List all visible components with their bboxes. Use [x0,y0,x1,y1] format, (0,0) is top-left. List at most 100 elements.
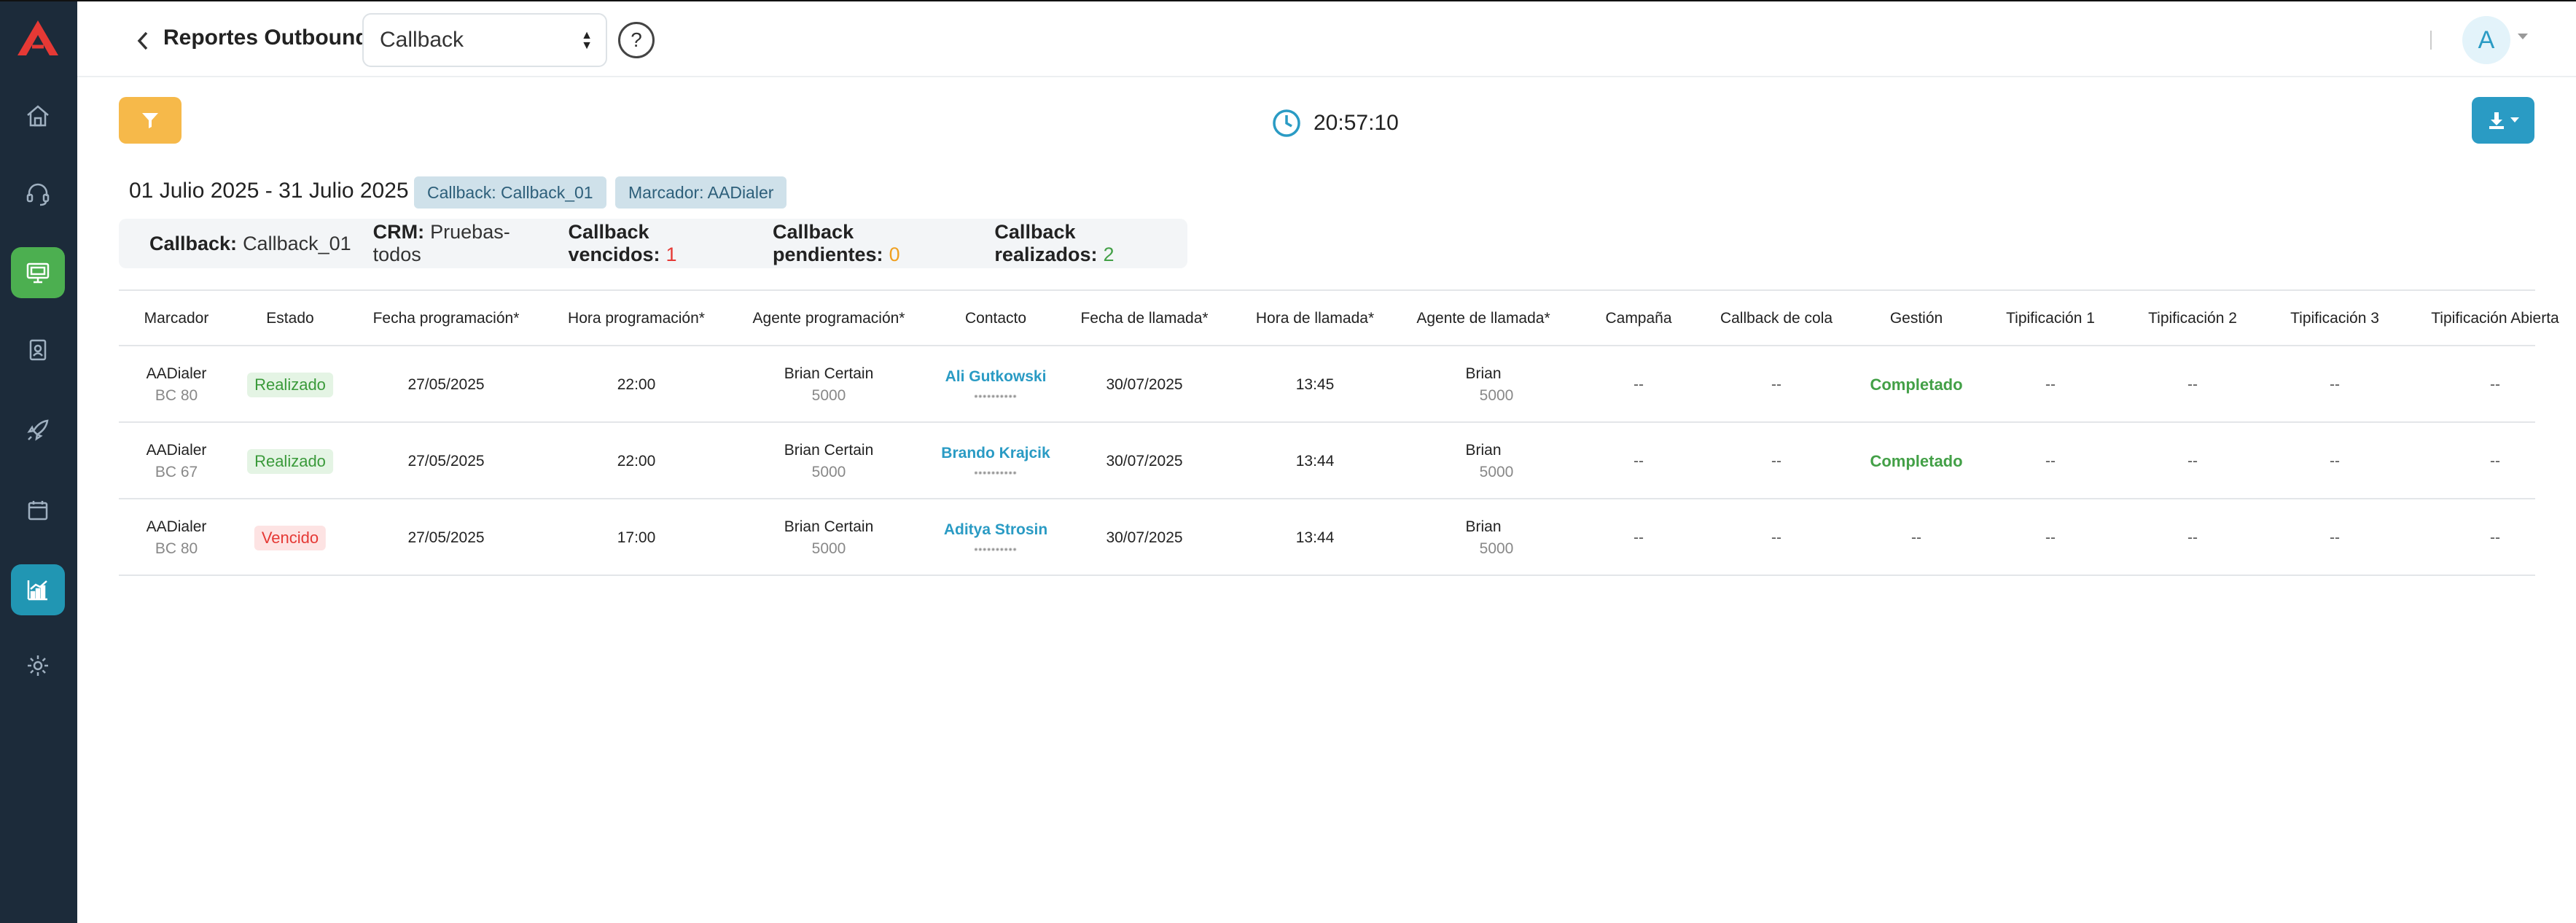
cell-campana: -- [1634,452,1644,470]
column-header[interactable]: Tipificación Abierta [2431,291,2559,346]
cell-fecha-llamada: 30/07/2025 [1106,375,1183,393]
cell-fecha-llamada: 30/07/2025 [1106,452,1183,470]
download-button[interactable] [2472,97,2534,144]
contacts-icon [29,339,47,361]
cell-tipificacion-abierta: -- [2490,452,2500,470]
cell-campana: -- [1634,375,1644,393]
cell-hora-llamada: 13:45 [1295,375,1335,393]
status-badge: Realizado [247,423,333,499]
cell-tipificacion-2: -- [2187,452,2198,470]
cell-tipificacion-3: -- [2330,529,2340,546]
report-type-select[interactable]: Callback ▲ ▼ [362,13,607,67]
cell-fecha-llamada: 30/07/2025 [1106,529,1183,546]
column-header[interactable]: Gestión [1890,291,1943,346]
clock-time: 20:57:10 [1314,111,1399,135]
summary-pendientes: Callback pendientes: 0 [773,221,900,265]
cell-agente-llamada: Brian 5000 [1465,518,1514,557]
clock: 20:57:10 [1271,108,1399,139]
summary-callback: Callback: Callback_01 [149,232,351,254]
column-header[interactable]: Tipificación 3 [2290,291,2379,346]
callback-table: Marcador Estado Fecha programación* Hora pr… [119,289,2559,576]
cell-hora-llamada: 13:44 [1295,452,1335,470]
sidebar-item-contacts[interactable] [11,324,65,375]
cell-tipificacion-abierta: -- [2490,529,2500,546]
table-body: AADialer BC 80 Realizado 27/05/2025 22:00 Bri… [119,346,2535,576]
column-header[interactable]: Callback de cola [1720,291,1833,346]
column-header[interactable]: Tipificación 2 [2148,291,2237,346]
table-row[interactable]: AADialer BC 80 Realizado 27/05/2025 22:00 Bri… [119,346,2535,423]
sidebar-item-calendar[interactable] [11,485,65,536]
sidebar-item-monitor[interactable] [11,247,65,298]
cell-campana: -- [1634,529,1644,546]
cell-tipificacion-abierta: -- [2490,375,2500,393]
avatar[interactable]: A [2462,16,2510,64]
cell-tipificacion-3: -- [2330,375,2340,393]
column-header[interactable]: Agente de llamada* [1416,291,1550,346]
column-header[interactable]: Tipificación 1 [2006,291,2095,346]
cell-tipificacion-1: -- [2045,375,2056,393]
cell-agente-programacion: Brian Certain 5000 [784,365,874,404]
filter-button[interactable] [119,97,182,144]
chevron-left-icon[interactable] [128,26,157,55]
table-header: Marcador Estado Fecha programación* Hora pr… [119,291,2559,346]
sidebar-item-agent[interactable] [11,168,65,219]
cell-fecha-programacion: 27/05/2025 [407,452,485,470]
cell-tipificacion-1: -- [2045,452,2056,470]
cell-gestion: Completado [1870,451,1963,470]
cell-agente-llamada: Brian 5000 [1465,441,1514,480]
cell-agente-llamada: Brian 5000 [1465,365,1514,404]
contact-link[interactable]: Aditya Strosin •••••••••• [944,499,1047,576]
column-header[interactable]: Hora programación* [568,291,705,346]
date-range: 01 Julio 2025 - 31 Julio 2025 [129,179,409,203]
status-badge: Vencido [254,499,327,576]
gear-icon [28,655,48,676]
cell-tipificacion-1: -- [2045,529,2056,546]
column-header[interactable]: Marcador [144,291,209,346]
filter-icon [142,113,158,128]
cell-gestion: -- [1911,529,1921,546]
cell-marcador: AADialer BC 80 [146,518,207,557]
headset-icon [26,183,50,206]
sidebar-item-reports[interactable] [11,564,65,615]
summary-bar: Callback: Callback_01 CRM: Pruebas-todos C… [119,219,1187,268]
rocket-icon [27,419,49,441]
app-logo-icon[interactable] [16,19,60,57]
calendar-icon [28,501,48,521]
status-badge: Realizado [247,346,333,423]
monitor-icon [26,262,50,284]
chevron-down-icon [2510,117,2519,122]
summary-crm: CRM: Pruebas-todos [372,221,510,265]
cell-callback-cola: -- [1771,452,1781,470]
sidebar [0,0,77,923]
column-header[interactable]: Estado [266,291,313,346]
clock-icon [1273,109,1300,137]
dialer-tag: Marcador: AADialer [615,176,787,209]
column-header[interactable]: Campaña [1605,291,1671,346]
chart-icon [27,580,47,601]
sidebar-item-settings[interactable] [11,640,65,691]
cell-marcador: AADialer BC 67 [146,441,207,480]
cell-tipificacion-2: -- [2187,375,2198,393]
download-icon [2489,112,2504,129]
summary-realizados: Callback realizados: 2 [994,221,1115,265]
table-row[interactable]: AADialer BC 67 Realizado 27/05/2025 22:00 Bri… [119,423,2535,499]
cell-callback-cola: -- [1771,529,1781,546]
callback-tag: Callback: Callback_01 [414,176,606,209]
column-header[interactable]: Hora de llamada* [1256,291,1374,346]
cell-fecha-programacion: 27/05/2025 [407,529,485,546]
chevron-down-icon[interactable] [2518,34,2528,39]
contact-link[interactable]: Brando Krajcik •••••••••• [941,423,1050,499]
sidebar-item-home[interactable] [11,90,65,141]
contact-link[interactable]: Ali Gutkowski •••••••••• [945,346,1047,423]
help-button[interactable]: ? [618,22,655,58]
summary-vencidos: Callback vencidos: 1 [568,221,677,265]
column-header[interactable]: Contacto [965,291,1026,346]
sidebar-item-campaigns[interactable] [11,405,65,456]
cell-hora-programacion: 22:00 [617,452,656,470]
table-row[interactable]: AADialer BC 80 Vencido 27/05/2025 17:00 Brian… [119,499,2535,576]
column-header[interactable]: Fecha programación* [373,291,520,346]
cell-agente-programacion: Brian Certain 5000 [784,441,874,480]
column-header[interactable]: Fecha de llamada* [1080,291,1208,346]
column-header[interactable]: Agente programación* [753,291,905,346]
divider [2430,31,2432,50]
